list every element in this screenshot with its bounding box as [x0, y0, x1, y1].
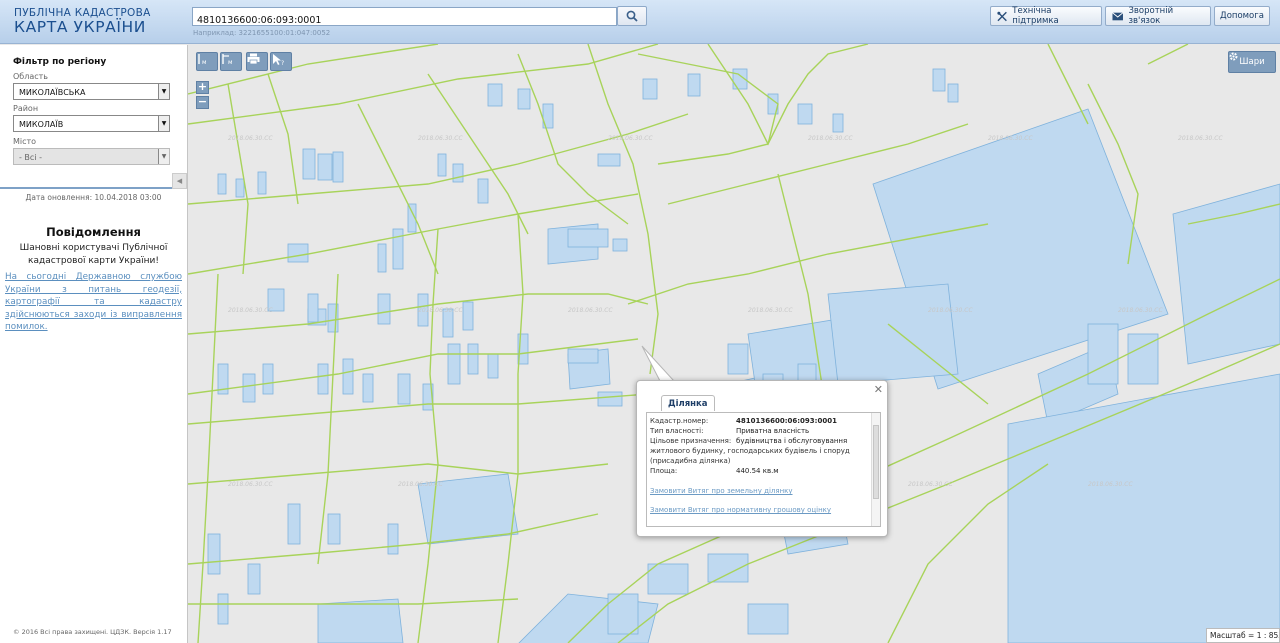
city-select[interactable]: - Всі - ▼: [13, 148, 170, 165]
parcel-details: Кадастр.номер: 4810136600:06:093:0001 Ти…: [646, 412, 881, 527]
measure-area-icon: м: [222, 54, 233, 65]
svg-text:2018.06.30.CC: 2018.06.30.CC: [988, 135, 1033, 142]
collapse-sidebar-button[interactable]: ◀: [172, 173, 187, 189]
tools-icon: [997, 11, 1007, 21]
purpose-value-line2: житлового будинку, господарських будівел…: [650, 447, 850, 455]
brand-line1: ПУБЛІЧНА КАДАСТРОВА: [14, 7, 151, 19]
measure-length-icon: м: [198, 54, 207, 65]
search-button[interactable]: [617, 6, 647, 26]
measure-area-button[interactable]: м: [220, 52, 242, 71]
help-label: Допомога: [1220, 11, 1264, 21]
svg-text:2018.06.30.CC: 2018.06.30.CC: [418, 135, 463, 142]
city-value: - Всі -: [19, 153, 42, 162]
map-view[interactable]: 2018.06.30.CC 2018.06.30.CC 2018.06.30.CC …: [188, 44, 1280, 643]
order-valuation-link[interactable]: Замовити Витяг про нормативну грошову оц…: [650, 506, 831, 514]
purpose-value-line3: (присадибна ділянка): [650, 457, 731, 465]
svg-text:2018.06.30.CC: 2018.06.30.CC: [1178, 135, 1223, 142]
app-logo[interactable]: ПУБЛІЧНА КАДАСТРОВА КАРТА УКРАЇНИ: [14, 8, 151, 35]
mail-icon: [1112, 11, 1124, 20]
identify-icon: ?: [273, 54, 284, 66]
scrollbar-thumb[interactable]: [873, 425, 879, 499]
svg-text:2018.06.30.CC: 2018.06.30.CC: [928, 307, 973, 314]
map-scale: Масштаб = 1 : 8531: [1206, 628, 1280, 643]
svg-text:2018.06.30.CC: 2018.06.30.CC: [608, 135, 653, 142]
layers-label: Шари: [1239, 57, 1265, 67]
parcel-info-popup: ✕ Ділянка Кадастр.номер: 4810136600:06:0…: [636, 380, 888, 537]
feedback-button[interactable]: Зворотній зв'язок: [1105, 6, 1211, 26]
notice-title: Повідомлення: [46, 225, 141, 239]
ownership-label: Тип власності:: [650, 427, 704, 435]
zoom-in-button[interactable]: +: [196, 81, 209, 94]
order-extract-link[interactable]: Замовити Витяг про земельну ділянку: [650, 487, 793, 495]
chevron-down-icon: ▼: [158, 84, 169, 99]
cadastral-number-value: 4810136600:06:093:0001: [736, 417, 837, 425]
svg-text:2018.06.30.CC: 2018.06.30.CC: [1088, 481, 1133, 488]
gear-icon: [1229, 52, 1238, 61]
header-bar: ПУБЛІЧНА КАДАСТРОВА КАРТА УКРАЇНИ Наприк…: [0, 0, 1280, 44]
svg-text:м: м: [228, 59, 233, 65]
svg-text:2018.06.30.CC: 2018.06.30.CC: [398, 481, 443, 488]
area-value: 440.54 кв.м: [736, 467, 779, 475]
svg-text:2018.06.30.CC: 2018.06.30.CC: [228, 481, 273, 488]
district-value: МИКОЛАЇВ: [19, 120, 64, 129]
tab-parcel[interactable]: Ділянка: [661, 395, 715, 411]
search-box: [192, 7, 617, 29]
svg-text:м: м: [202, 59, 207, 65]
district-select[interactable]: МИКОЛАЇВ ▼: [13, 115, 170, 132]
region-filter: Фільтр по регіону Область МИКОЛАЇВСЬКА ▼…: [0, 45, 187, 189]
svg-text:2018.06.30.CC: 2018.06.30.CC: [228, 135, 273, 142]
chevron-down-icon: ▼: [158, 116, 169, 131]
identify-button[interactable]: ?: [270, 52, 292, 71]
support-label: Технічна підтримка: [1012, 6, 1059, 26]
purpose-label: Цільове призначення:: [650, 437, 732, 445]
svg-text:2018.06.30.CC: 2018.06.30.CC: [418, 307, 463, 314]
zoom-out-button[interactable]: −: [196, 96, 209, 109]
help-button[interactable]: Допомога: [1214, 6, 1270, 26]
chevron-down-icon: ▼: [158, 149, 169, 164]
svg-text:2018.06.30.CC: 2018.06.30.CC: [1118, 307, 1163, 314]
search-icon: [626, 10, 638, 22]
popup-scrollbar[interactable]: [871, 413, 880, 526]
area-label: Площа:: [650, 467, 678, 475]
feedback-label: Зворотній зв'язок: [1128, 6, 1174, 26]
layers-button[interactable]: Шари: [1228, 51, 1276, 73]
filter-title: Фільтр по регіону: [13, 57, 107, 67]
update-date: Дата оновлення: 10.04.2018 03:00: [25, 193, 162, 202]
city-label: Місто: [13, 137, 37, 146]
svg-text:2018.06.30.CC: 2018.06.30.CC: [908, 481, 953, 488]
search-hint: Наприклад: 3221655100:01:047:0052: [193, 29, 331, 37]
district-label: Район: [13, 104, 39, 113]
copyright: © 2016 Всі права захищені. ЦДЗК. Версія …: [13, 628, 172, 636]
svg-text:2018.06.30.CC: 2018.06.30.CC: [748, 307, 793, 314]
purpose-value-line1: будівництва і обслуговування: [736, 437, 848, 445]
print-button[interactable]: [246, 52, 268, 71]
svg-text:?: ?: [281, 60, 284, 66]
region-label: Область: [13, 72, 49, 81]
sidebar: Фільтр по регіону Область МИКОЛАЇВСЬКА ▼…: [0, 45, 188, 643]
search-input[interactable]: [193, 12, 616, 29]
svg-text:2018.06.30.CC: 2018.06.30.CC: [808, 135, 853, 142]
svg-text:2018.06.30.CC: 2018.06.30.CC: [568, 307, 613, 314]
cadastral-number-label: Кадастр.номер:: [650, 417, 709, 425]
measure-length-button[interactable]: м: [196, 52, 218, 71]
notice-link[interactable]: На сьогодні Державною службою України з …: [5, 271, 182, 334]
cadastral-map: 2018.06.30.CC 2018.06.30.CC 2018.06.30.CC …: [188, 44, 1280, 643]
region-select[interactable]: МИКОЛАЇВСЬКА ▼: [13, 83, 170, 100]
support-button[interactable]: Технічна підтримка: [990, 6, 1102, 26]
brand-line2: КАРТА УКРАЇНИ: [14, 17, 146, 36]
print-icon: [247, 53, 260, 65]
ownership-value: Приватна власність: [736, 427, 810, 435]
close-icon[interactable]: ✕: [874, 383, 883, 396]
notice-greeting: Шановні користувачі Публічної кадастрово…: [19, 243, 168, 266]
region-value: МИКОЛАЇВСЬКА: [19, 88, 86, 97]
svg-text:2018.06.30.CC: 2018.06.30.CC: [228, 307, 273, 314]
